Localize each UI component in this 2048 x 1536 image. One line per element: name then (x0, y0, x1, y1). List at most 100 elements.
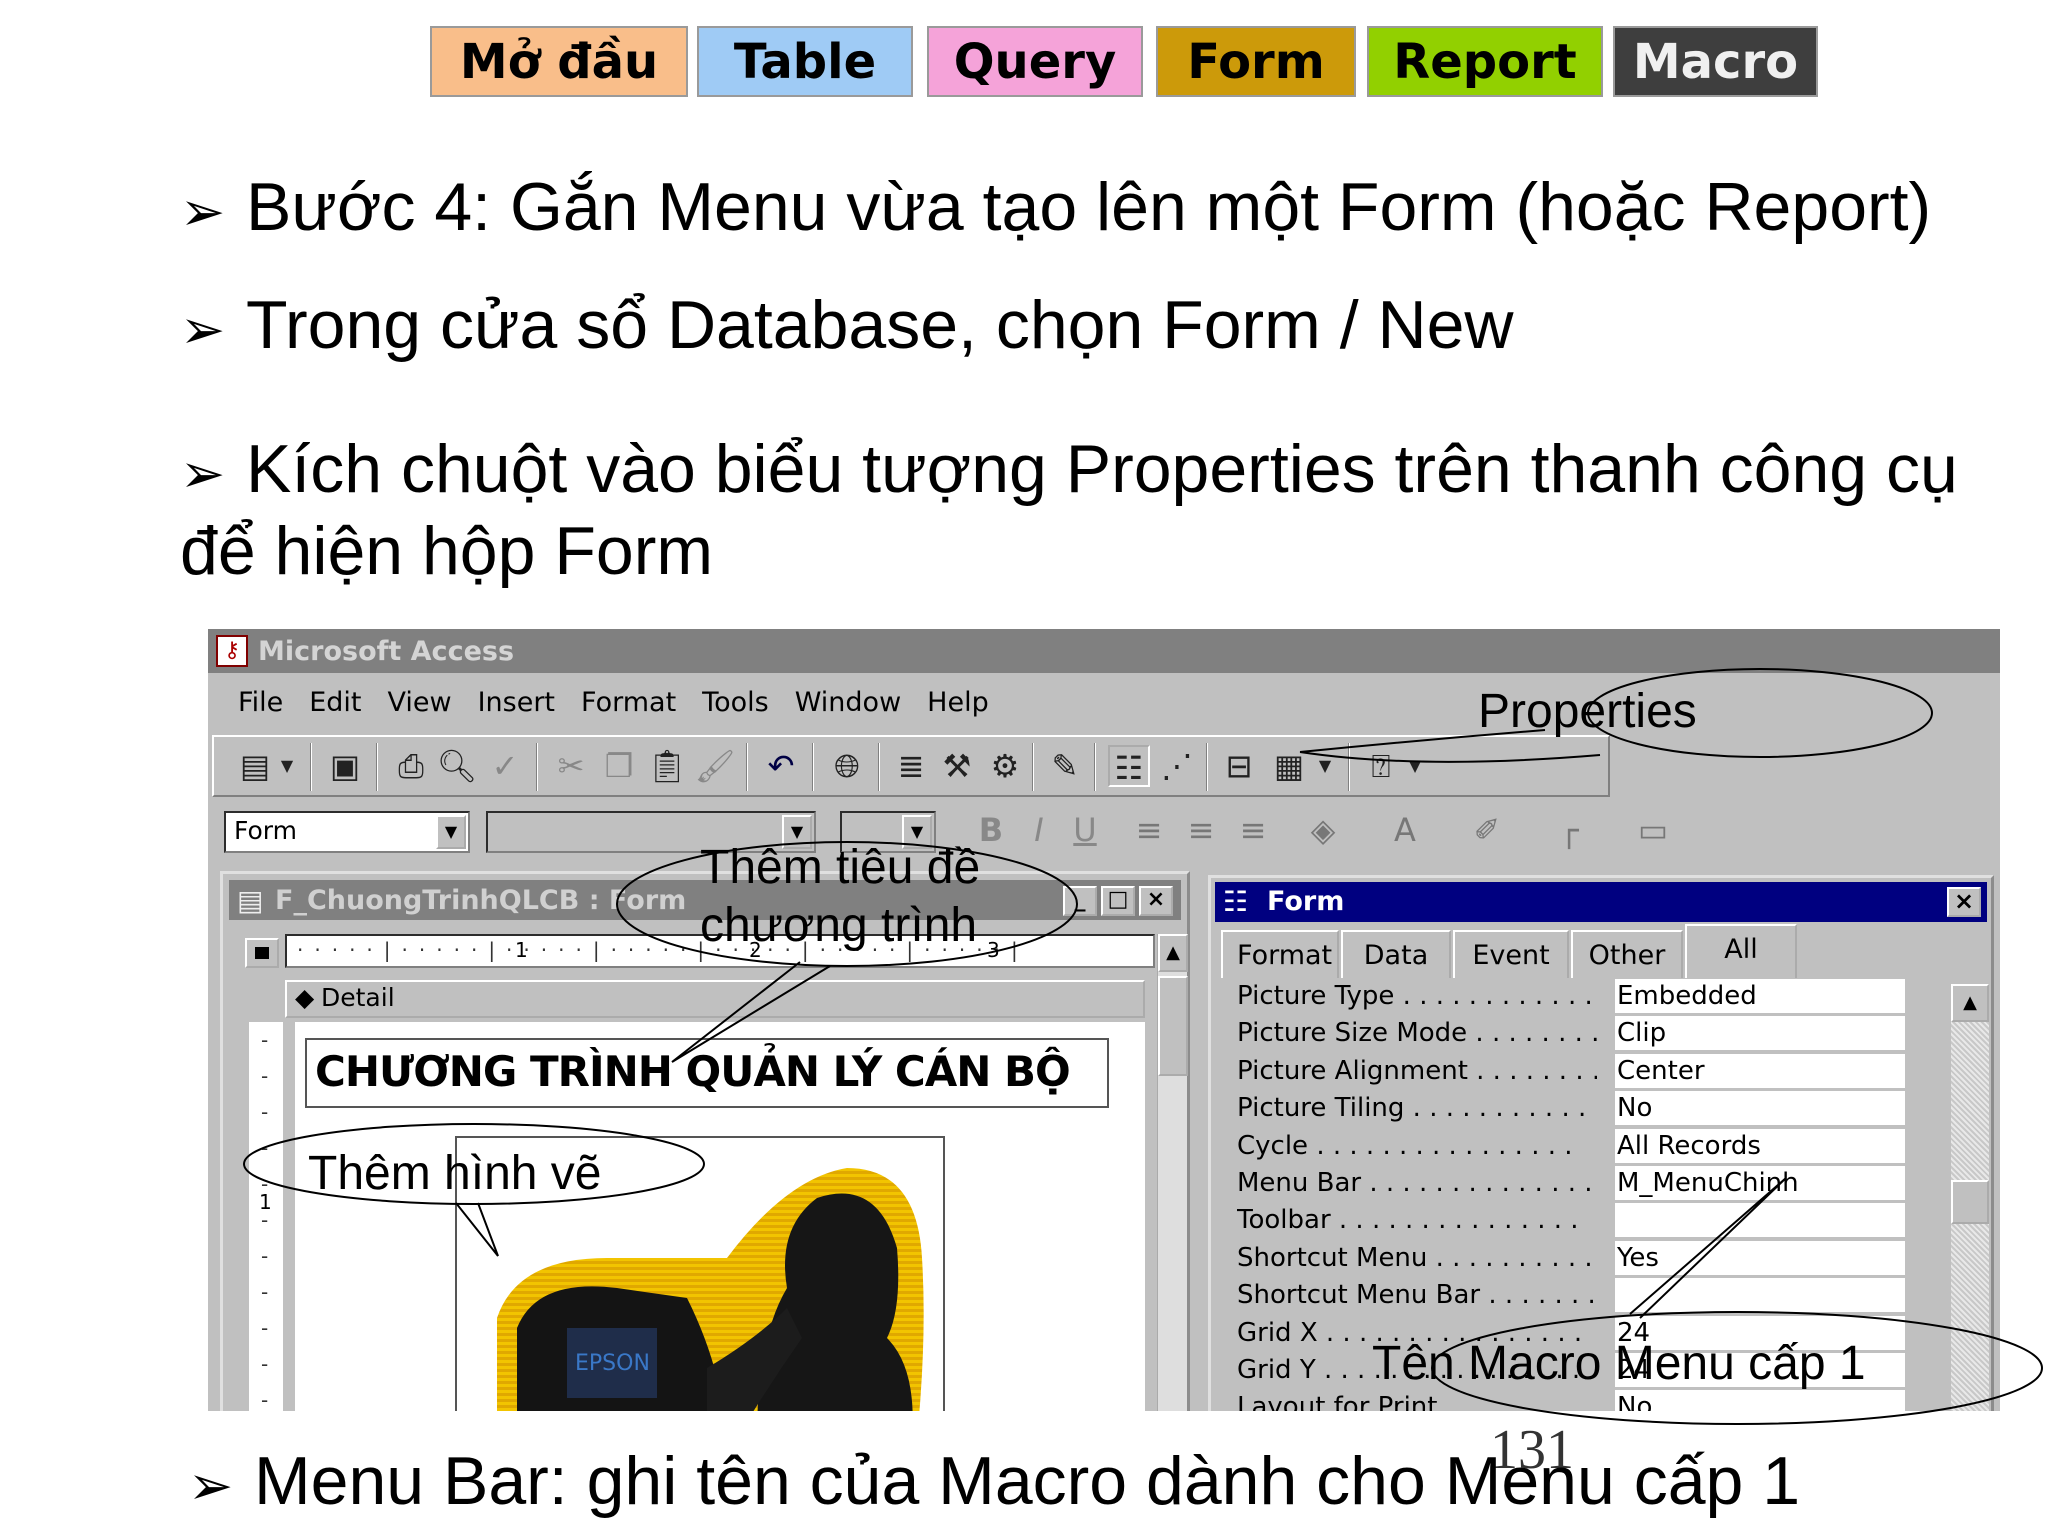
font-color-icon[interactable]: A (1384, 809, 1426, 851)
property-value-field[interactable]: No (1615, 1390, 1905, 1411)
new-object-dropdown-icon[interactable]: ▼ (1304, 745, 1346, 787)
italic-icon[interactable]: I (1018, 809, 1060, 851)
field-list-icon[interactable]: ≣ (890, 745, 932, 787)
menu-window[interactable]: Window (795, 687, 901, 718)
form-selector[interactable] (245, 938, 279, 968)
database-window-icon[interactable]: ⊟ (1218, 745, 1260, 787)
tab-all[interactable]: All (1685, 924, 1797, 978)
detail-section-bar[interactable]: ◆ Detail (285, 980, 1145, 1018)
scroll-thumb[interactable] (1951, 1180, 1989, 1224)
help-dropdown-icon[interactable]: ▼ (1394, 745, 1436, 787)
copy-icon[interactable]: ❐ (598, 745, 640, 787)
property-row[interactable]: Toolbar . . . . . . . . . . . . . . . (1223, 1202, 1933, 1239)
toolbox-icon[interactable]: ⚒ (936, 745, 978, 787)
property-name: Layout for Print . . . . . . . . . (1237, 1392, 1587, 1411)
close-icon[interactable]: × (1947, 887, 1981, 917)
scroll-up-icon[interactable]: ▲ (1158, 934, 1188, 972)
property-row[interactable]: Picture Type . . . . . . . . . . . . Embe… (1223, 978, 1933, 1015)
web-icon[interactable]: 🌐︎ (826, 745, 868, 787)
line-width-icon[interactable]: ┌ (1548, 809, 1590, 851)
bullet-arrow-icon: ➢ (180, 442, 226, 505)
build-icon[interactable]: ⋰ (1156, 745, 1198, 787)
nav-tab-macro[interactable]: Macro (1613, 26, 1818, 97)
program-title-label[interactable]: CHƯƠNG TRÌNH QUẢN LÝ CÁN BỘ (305, 1038, 1109, 1108)
object-combo[interactable]: Form ▼ (224, 811, 470, 853)
tab-other[interactable]: Other (1571, 930, 1683, 978)
menu-file[interactable]: File (238, 687, 283, 718)
property-row[interactable]: Layout for Print . . . . . . . . . No (1223, 1389, 1933, 1411)
cut-icon[interactable]: ✂ (550, 745, 592, 787)
property-row[interactable]: Menu Bar . . . . . . . . . . . . . . M_Me… (1223, 1165, 1933, 1202)
property-row[interactable]: Cycle . . . . . . . . . . . . . . . . All… (1223, 1128, 1933, 1165)
property-row[interactable]: Picture Size Mode . . . . . . . . Clip (1223, 1015, 1933, 1052)
property-name: Picture Tiling . . . . . . . . . . . . (1237, 1093, 1597, 1124)
property-value-field[interactable] (1615, 1278, 1905, 1313)
nav-tab-query[interactable]: Query (927, 26, 1143, 97)
design-vertical-scrollbar[interactable]: ▲ (1157, 934, 1188, 1411)
chevron-down-icon[interactable]: ▼ (436, 815, 466, 849)
picture-callout: Thêm hình vẽ (308, 1147, 602, 1200)
autoformat-icon[interactable]: ⚙ (984, 745, 1026, 787)
property-name: Shortcut Menu . . . . . . . . . . . (1237, 1242, 1597, 1273)
vruler-mark-1: 1 (259, 1190, 272, 1214)
property-row[interactable]: Shortcut Menu Bar . . . . . . . (1223, 1277, 1933, 1314)
print-preview-icon[interactable]: 🔍︎ (436, 745, 478, 787)
code-icon[interactable]: ✎ (1044, 745, 1086, 787)
menu-view[interactable]: View (387, 687, 451, 718)
ruler-mark-3: 3 (987, 938, 1000, 962)
align-center-icon[interactable]: ≡ (1180, 809, 1222, 851)
spelling-icon[interactable]: ✓ (484, 745, 526, 787)
tab-format[interactable]: Format (1221, 930, 1339, 978)
menu-help[interactable]: Help (927, 687, 989, 718)
property-value-field[interactable] (1615, 1203, 1905, 1238)
form-properties-window: ☷ Form × Format Data Event Other All Pic… (1208, 875, 1994, 1411)
property-value-field[interactable]: No (1615, 1091, 1905, 1126)
property-value-field[interactable]: Center (1615, 1053, 1905, 1088)
undo-icon[interactable]: ↶ (760, 745, 802, 787)
properties-vertical-scrollbar[interactable]: ▲ (1951, 984, 1989, 1411)
access-window: ⚷ Microsoft Access File Edit View Insert… (208, 629, 2000, 1411)
menu-tools[interactable]: Tools (702, 687, 769, 718)
special-effect-icon[interactable]: ▭ (1632, 809, 1674, 851)
bullet-step-4: ➢ Bước 4: Gắn Menu vừa tạo lên một Form (… (180, 166, 1931, 253)
save-icon[interactable]: ▣ (324, 745, 366, 787)
property-row[interactable]: Picture Alignment . . . . . . . . Center (1223, 1053, 1933, 1090)
print-icon[interactable]: ⎙ (390, 745, 432, 787)
property-value-field[interactable]: Embedded (1615, 979, 1905, 1013)
paste-icon[interactable]: 📋︎ (646, 745, 688, 787)
menu-format[interactable]: Format (581, 687, 676, 718)
underline-icon[interactable]: U (1064, 809, 1106, 851)
fill-color-icon[interactable]: ◈ (1302, 809, 1344, 851)
close-icon[interactable]: × (1139, 886, 1173, 916)
bullet-properties: ➢ Kích chuột vào biểu tượng Properties tr… (180, 428, 1958, 515)
property-name: Shortcut Menu Bar . . . . . . . (1237, 1280, 1596, 1311)
properties-titlebar: ☷ Form × (1215, 882, 1987, 922)
tab-data[interactable]: Data (1341, 930, 1451, 978)
property-row[interactable]: Picture Tiling . . . . . . . . . . . . No (1223, 1090, 1933, 1127)
view-dropdown-icon[interactable]: ▼ (266, 745, 308, 787)
nav-tab-mo-dau[interactable]: Mở đầu (430, 26, 688, 97)
menu-insert[interactable]: Insert (478, 687, 555, 718)
property-value-field[interactable]: All Records (1615, 1128, 1905, 1163)
vruler-ticks: - - - - - - - - - - - - (261, 1028, 269, 1411)
property-value-field[interactable]: Yes (1615, 1240, 1905, 1275)
align-right-icon[interactable]: ≡ (1232, 809, 1274, 851)
property-row[interactable]: Shortcut Menu . . . . . . . . . . . Yes (1223, 1240, 1933, 1277)
menu-edit[interactable]: Edit (309, 687, 361, 718)
align-left-icon[interactable]: ≡ (1128, 809, 1170, 851)
properties-icon[interactable]: ☷ (1108, 745, 1150, 787)
scroll-thumb[interactable] (1158, 976, 1188, 1076)
nav-tab-form[interactable]: Form (1156, 26, 1356, 97)
minimize-icon[interactable]: _ (1063, 886, 1097, 916)
line-color-icon[interactable]: ✐ (1466, 809, 1508, 851)
maximize-icon[interactable]: □ (1101, 886, 1135, 916)
property-value-field[interactable]: Clip (1615, 1016, 1905, 1051)
property-value-field[interactable]: M_MenuChinh (1615, 1166, 1905, 1200)
nav-tab-table[interactable]: Table (697, 26, 913, 97)
bullet-arrow-icon: ➢ (180, 298, 226, 361)
scroll-up-icon[interactable]: ▲ (1951, 984, 1989, 1022)
nav-tab-report[interactable]: Report (1367, 26, 1603, 97)
tab-event[interactable]: Event (1453, 930, 1569, 978)
property-name: Cycle . . . . . . . . . . . . . . . . (1237, 1130, 1573, 1161)
format-painter-icon[interactable]: 🖌︎ (694, 745, 736, 787)
